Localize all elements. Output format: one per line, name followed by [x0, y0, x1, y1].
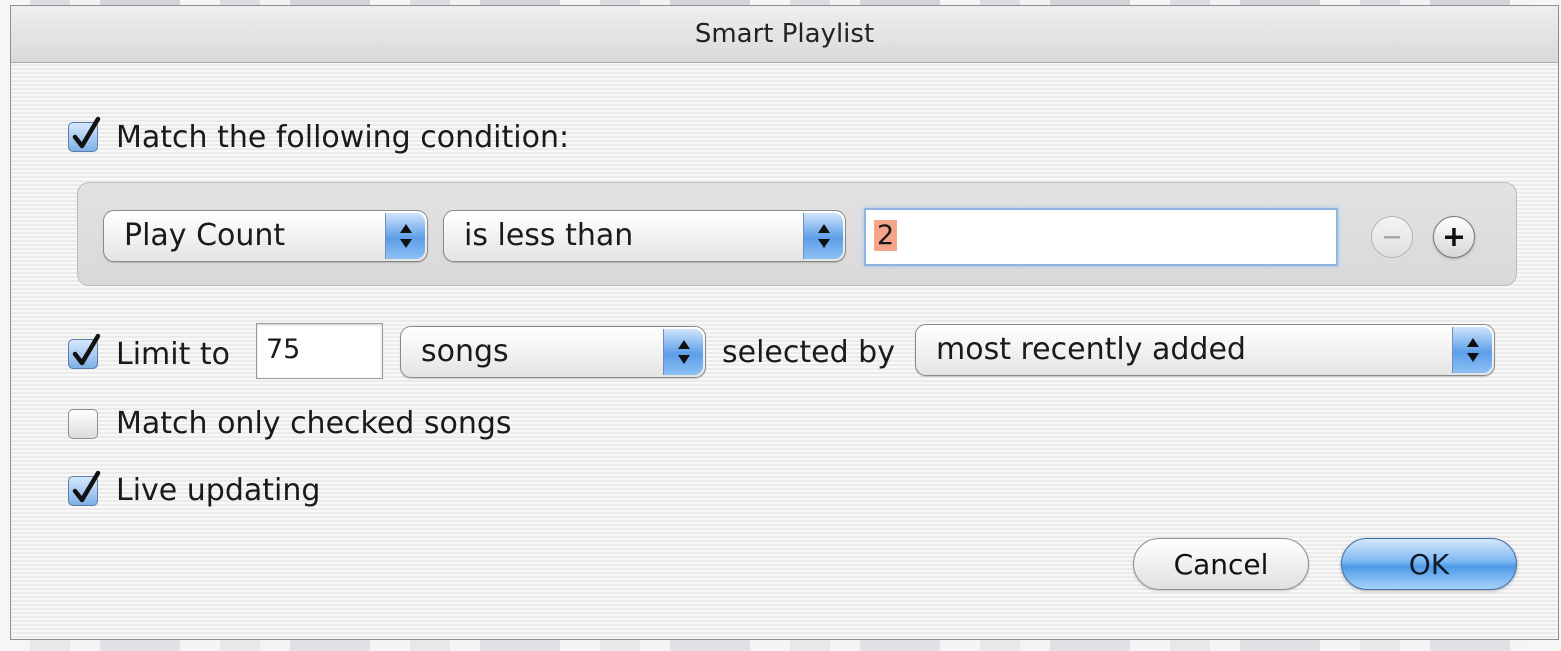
match-checked-songs-label: Match only checked songs: [116, 406, 512, 441]
remove-rule-button[interactable]: [1371, 216, 1413, 258]
popup-arrows-icon: [663, 329, 703, 375]
checkmark-icon: [72, 470, 101, 503]
live-updating-checkbox[interactable]: [68, 470, 101, 506]
minus-circle-icon: [1384, 236, 1400, 239]
checkmark-icon: [72, 333, 101, 366]
operator-popup-value: is less than: [464, 218, 634, 253]
limit-label: Limit to: [116, 337, 231, 372]
selected-by-value: most recently added: [936, 332, 1246, 367]
add-rule-button[interactable]: [1433, 216, 1475, 258]
selected-by-popup[interactable]: most recently added: [915, 324, 1495, 376]
live-updating-label: Live updating: [116, 473, 321, 508]
rule-value-field[interactable]: 2: [864, 208, 1338, 266]
limit-amount-field[interactable]: 75: [256, 323, 383, 379]
field-popup-value: Play Count: [124, 218, 286, 253]
popup-arrows-icon: [385, 213, 425, 259]
ok-button[interactable]: OK: [1341, 538, 1517, 590]
plus-circle-icon: [1445, 228, 1463, 246]
popup-arrows-icon: [1452, 327, 1492, 373]
match-condition-label: Match the following condition:: [116, 120, 570, 155]
match-checked-songs-checkbox[interactable]: [68, 409, 98, 439]
popup-arrows-icon: [803, 213, 843, 259]
operator-popup[interactable]: is less than: [443, 210, 846, 262]
dialog-title: Smart Playlist: [694, 19, 875, 49]
dialog-titlebar: Smart Playlist: [11, 6, 1558, 63]
limit-unit-popup[interactable]: songs: [400, 326, 706, 378]
field-popup[interactable]: Play Count: [103, 210, 428, 262]
selected-by-label: selected by: [722, 335, 895, 370]
match-condition-checkbox[interactable]: [68, 116, 101, 152]
rule-value-text: 2: [874, 220, 898, 251]
limit-unit-value: songs: [421, 334, 509, 369]
checkmark-icon: [72, 116, 101, 149]
smart-playlist-dialog: Smart Playlist: [10, 5, 1559, 640]
cancel-button[interactable]: Cancel: [1133, 538, 1309, 590]
limit-checkbox[interactable]: [68, 333, 101, 369]
limit-amount-value: 75: [266, 334, 301, 365]
background-content-bottom: [30, 639, 1530, 651]
